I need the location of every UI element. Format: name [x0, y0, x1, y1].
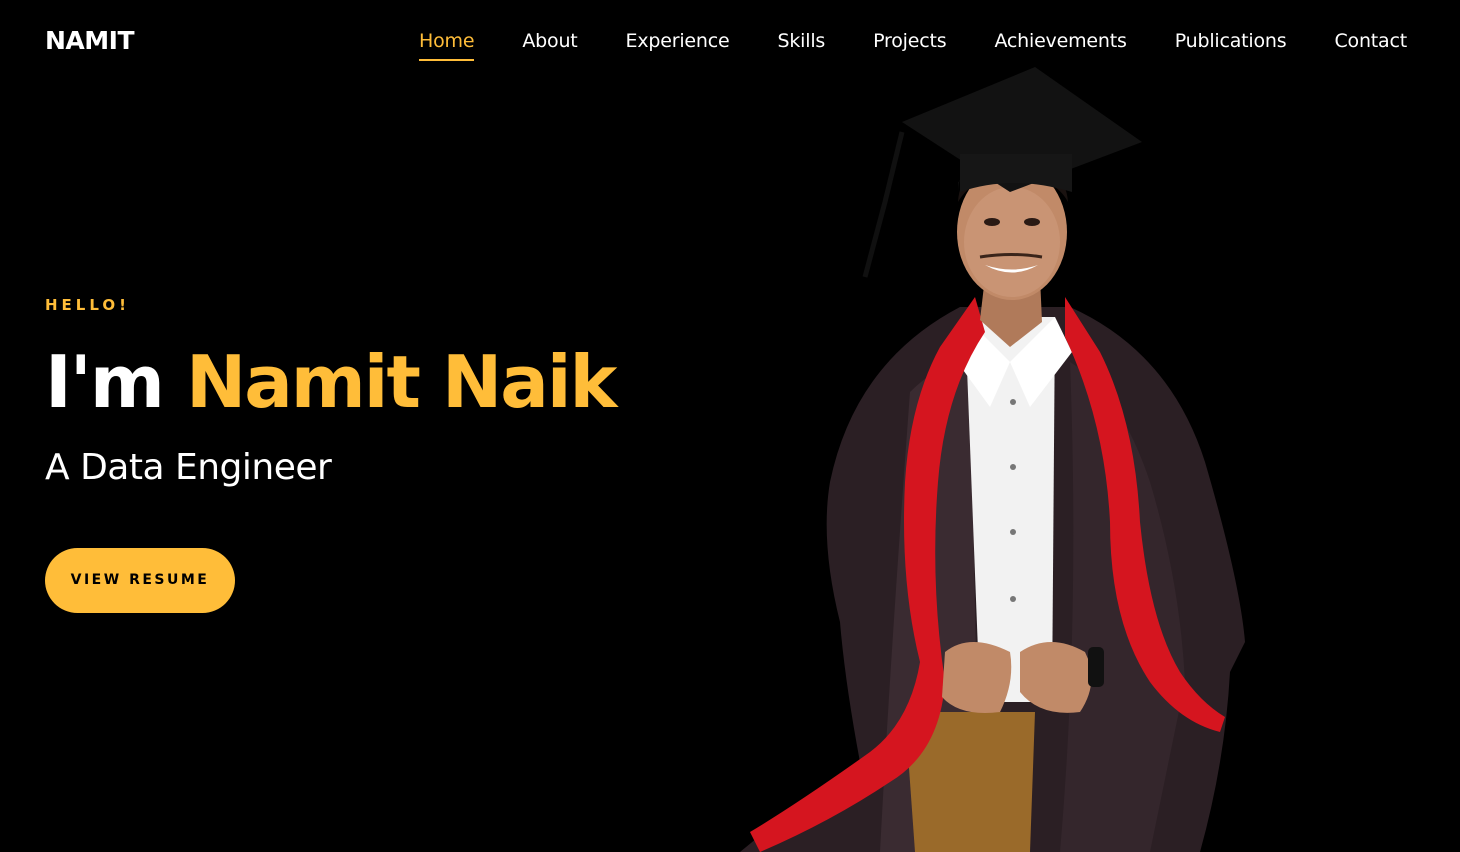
hero-section: HELLO! I'm Namit Naik A Data Engineer VI… — [45, 290, 725, 613]
nav-link-experience[interactable]: Experience — [626, 27, 730, 55]
hero-intro: I'm — [45, 340, 165, 424]
brand-logo[interactable]: NAMIT — [45, 26, 135, 56]
nav-link-contact[interactable]: Contact — [1334, 27, 1407, 55]
hero-subtitle: A Data Engineer — [45, 447, 332, 488]
hero-name: Namit Naik — [185, 340, 617, 424]
nav-link-achievements[interactable]: Achievements — [994, 27, 1126, 55]
nav-link-about[interactable]: About — [522, 27, 577, 55]
nav-link-projects[interactable]: Projects — [873, 27, 947, 55]
nav-link-home[interactable]: Home — [419, 27, 475, 61]
nav-menu: Home About Experience Skills Projects Ac… — [371, 27, 1407, 61]
page: NAMIT Home About Experience Skills Proje… — [0, 0, 1460, 852]
profile-photo — [740, 67, 1245, 852]
view-resume-button[interactable]: VIEW RESUME — [45, 548, 235, 613]
hero-greeting: HELLO! — [45, 296, 130, 314]
nav-link-publications[interactable]: Publications — [1175, 27, 1287, 55]
hero-headline: I'm Namit Naik — [45, 342, 725, 422]
nav-link-skills[interactable]: Skills — [778, 27, 826, 55]
